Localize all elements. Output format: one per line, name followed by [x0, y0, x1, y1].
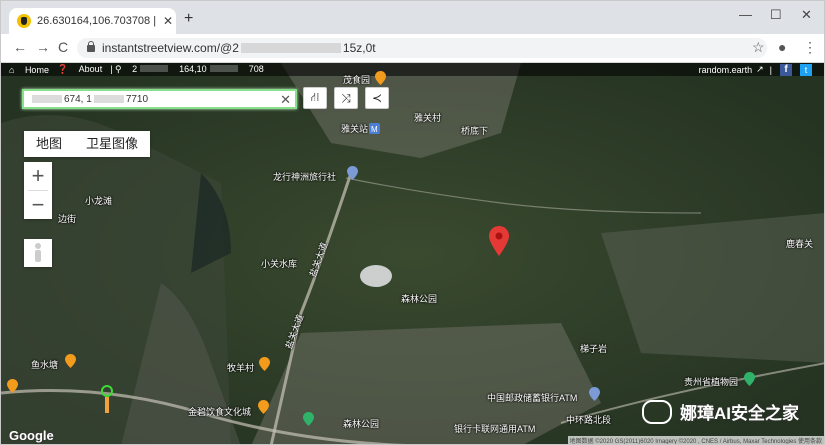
close-window-button[interactable]: ✕: [801, 7, 812, 23]
facebook-icon[interactable]: f: [780, 63, 792, 76]
tab-title: 26.630164,106.703708 | Instan: [37, 15, 157, 27]
twitter-icon[interactable]: t: [800, 63, 812, 76]
map-label: 梯子岩: [580, 344, 608, 354]
map-label: 银行卡联网通用ATM: [454, 424, 536, 434]
poi-pin-icon[interactable]: [7, 379, 18, 393]
pegman-icon: [35, 243, 41, 262]
map-label: 金碧饮食文化城: [188, 407, 252, 417]
address-bar[interactable]: instantstreetview.com/@2 15z,0t: [77, 38, 767, 58]
poi-pin-icon[interactable]: [65, 354, 76, 368]
map-label: 茂食园: [343, 75, 371, 85]
site-top-bar: ⌂ Home ❓ About | ⚲ 2 164,10 708 random.ear…: [1, 63, 824, 76]
map-label: 森林公园: [401, 294, 438, 304]
tab-strip: 26.630164,106.703708 | Instan ✕ + — ☐ ✕: [1, 1, 824, 34]
lock-icon: [87, 40, 95, 52]
map-label: 雅关站: [341, 124, 369, 134]
map-label: 贵州省植物园: [684, 377, 739, 387]
search-redacted-1: [32, 95, 62, 103]
tab-close-icon[interactable]: ✕: [163, 14, 173, 28]
coords-readout: | ⚲ 2 164,10 708: [110, 64, 264, 74]
zoom-in-button[interactable]: +: [24, 162, 52, 190]
poi-pin-icon[interactable]: [303, 412, 314, 426]
google-logo: Google: [9, 428, 54, 443]
map-label: 小关水库: [261, 259, 298, 269]
forward-button[interactable]: →: [36, 39, 50, 55]
map-label: 龙行神洲旅行社: [273, 172, 337, 182]
share-button[interactable]: ≺: [365, 87, 389, 109]
metro-icon[interactable]: M: [369, 122, 380, 136]
search-value-a: 674, 1: [64, 93, 92, 105]
poi-pin-icon[interactable]: [375, 71, 386, 85]
map-label: 森林公园: [343, 419, 380, 429]
location-marker-icon[interactable]: [489, 226, 509, 256]
favicon-icon: [17, 14, 31, 28]
url-prefix: instantstreetview.com/@2: [102, 41, 239, 55]
poi-pin-icon[interactable]: [744, 372, 755, 386]
clear-search-button[interactable]: ✕: [280, 92, 291, 108]
random-earth-link[interactable]: random.earth: [699, 65, 753, 75]
poi-pin-icon[interactable]: [259, 357, 270, 371]
zoom-out-button[interactable]: −: [24, 191, 52, 219]
random-location-button[interactable]: ⤨: [334, 87, 358, 109]
divider: |: [769, 64, 772, 75]
pegman-button[interactable]: [24, 239, 52, 267]
svg-text:M: M: [371, 125, 378, 134]
poi-pin-icon[interactable]: [347, 166, 358, 180]
coords-redacted-2: [209, 65, 238, 72]
coords-mid: 164,10: [179, 64, 207, 74]
map-label: 小龙滩: [85, 196, 113, 206]
road-view-button[interactable]: ⛙: [303, 87, 327, 109]
map-type-control: 地图 卫星图像: [24, 131, 151, 157]
map-label: 鱼水塘: [31, 360, 59, 370]
menu-kebab-icon[interactable]: ⋮: [803, 39, 817, 56]
coords-prefix: 2: [132, 64, 138, 74]
back-button[interactable]: ←: [13, 39, 27, 55]
watermark: 娜璋AI安全之家: [642, 399, 799, 424]
about-link[interactable]: ❓ About: [57, 64, 102, 75]
poi-pin-icon[interactable]: [258, 400, 269, 414]
top-bar-right: random.earth ↗ | f t: [691, 63, 812, 76]
search-value-b: 7710: [125, 93, 149, 105]
coords-end: 708: [248, 64, 264, 74]
search-redacted-2: [93, 95, 124, 103]
shuffle-icon: ⤨: [341, 90, 351, 105]
streetview-pegman-icon[interactable]: [100, 385, 114, 415]
map-label: 中国邮政储蓄银行ATM: [487, 393, 578, 403]
map-label: 雅关村: [414, 113, 442, 123]
reload-button[interactable]: C: [58, 39, 68, 55]
browser-window: 26.630164,106.703708 | Instan ✕ + — ☐ ✕ …: [0, 0, 825, 445]
coords-redacted-1: [140, 65, 169, 72]
url-redacted: [240, 43, 341, 53]
browser-tab[interactable]: 26.630164,106.703708 | Instan ✕: [9, 8, 176, 34]
new-tab-button[interactable]: +: [184, 10, 193, 28]
watermark-text: 娜璋AI安全之家: [680, 404, 799, 423]
zoom-control: + −: [24, 162, 52, 219]
url-suffix: 15z,0t: [342, 41, 376, 55]
share-icon: ≺: [371, 91, 383, 105]
map-attribution[interactable]: 地图数据 ©2020 GS(2011)6020 Imagery ©2020 , …: [567, 436, 824, 444]
map-type-map-button[interactable]: 地图: [24, 131, 74, 157]
external-link-icon: ↗: [756, 64, 764, 74]
minimize-button[interactable]: —: [739, 7, 752, 22]
profile-icon[interactable]: ●: [778, 39, 786, 55]
chat-bubble-icon: [642, 399, 672, 424]
road-icon: ⛙: [310, 90, 320, 104]
maximize-button[interactable]: ☐: [770, 7, 782, 23]
bookmark-star-icon[interactable]: ☆: [752, 39, 765, 56]
map-label: 边街: [58, 214, 77, 224]
satellite-map[interactable]: ⌂ Home ❓ About | ⚲ 2 164,10 708 random.ear…: [1, 63, 824, 444]
browser-toolbar: ← → C instantstreetview.com/@2 15z,0t ☆ …: [1, 34, 824, 63]
about-label: About: [78, 64, 103, 74]
location-search-input[interactable]: 674, 1 7710 ✕: [22, 89, 297, 109]
home-label: Home: [24, 64, 49, 75]
map-label: 中环路北段: [566, 415, 612, 425]
map-label: 鹿春关: [786, 239, 814, 249]
home-link[interactable]: ⌂ Home: [9, 65, 49, 75]
map-label: 桥底下: [461, 126, 489, 136]
map-type-satellite-button[interactable]: 卫星图像: [74, 131, 150, 157]
poi-pin-icon[interactable]: [589, 387, 600, 401]
map-label: 牧羊村: [227, 363, 255, 373]
